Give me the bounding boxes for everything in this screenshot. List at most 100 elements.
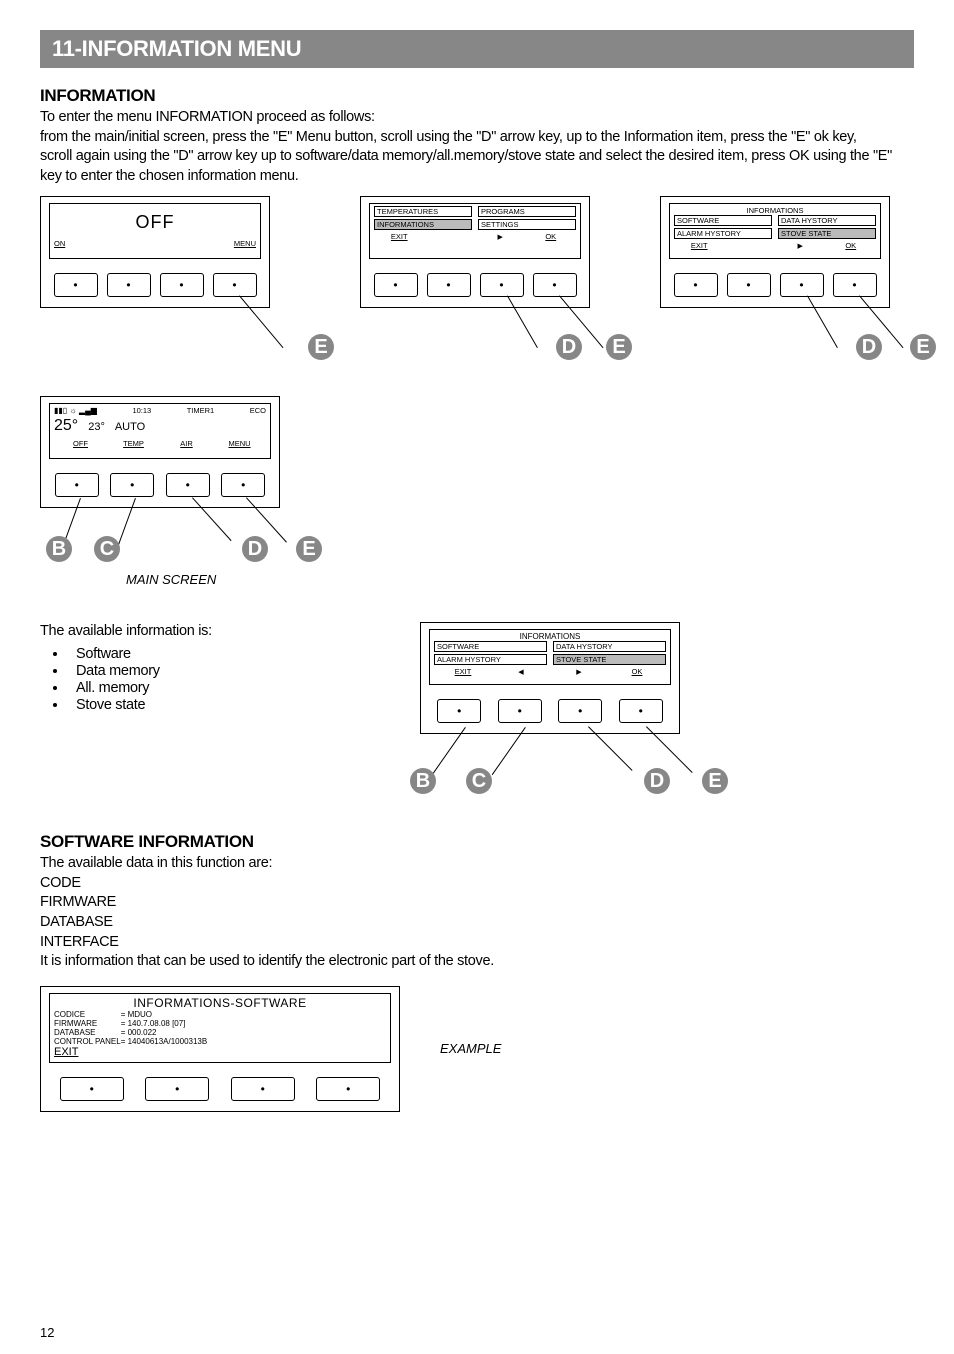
hw-button[interactable] <box>833 273 877 297</box>
hw-button[interactable] <box>374 273 418 297</box>
key-E: E <box>910 334 936 360</box>
off-label: OFF <box>54 206 256 237</box>
hw-button[interactable] <box>110 473 154 497</box>
lcd-sw: INFORMATIONS-SOFTWARE CODICE= MDUO FIRMW… <box>49 993 391 1063</box>
hw-button[interactable] <box>437 699 481 723</box>
available-lead: The available information is: <box>40 622 390 642</box>
lcd-info: INFORMATIONS SOFTWARE DATA HYSTORY ALARM… <box>669 203 881 259</box>
hw-button[interactable] <box>727 273 771 297</box>
menu-settings: SETTINGS <box>478 219 576 230</box>
hw-button[interactable] <box>166 473 210 497</box>
lbl-menu: MENU <box>206 239 257 248</box>
button-row <box>661 263 889 303</box>
lcd-menu: TEMPERATURES PROGRAMS INFORMATIONS SETTI… <box>369 203 581 259</box>
sw-row: FIRMWARE <box>40 894 116 910</box>
section-title: 11-INFORMATION MENU <box>40 30 914 68</box>
lbl-exit: EXIT <box>434 667 492 676</box>
hw-button[interactable] <box>107 273 151 297</box>
key-E: E <box>308 334 334 360</box>
hw-button[interactable] <box>316 1077 380 1101</box>
key-B: B <box>46 536 72 562</box>
hw-button[interactable] <box>533 273 577 297</box>
list-item: Data memory <box>68 663 390 679</box>
key-C: C <box>94 536 120 562</box>
hw-button[interactable] <box>60 1077 124 1101</box>
device-menu: TEMPERATURES PROGRAMS INFORMATIONS SETTI… <box>360 196 590 308</box>
key-C: C <box>466 768 492 794</box>
sw-exit: EXIT <box>54 1046 386 1058</box>
lbl-off: OFF <box>54 439 107 448</box>
device-main: ▮▮▯ ☼ ▂▄▆ 10:13 TIMER1 ECO 25° 23° AUTO … <box>40 396 280 508</box>
hw-button[interactable] <box>619 699 663 723</box>
hw-button[interactable] <box>213 273 257 297</box>
info2-alarm-hystory: ALARM HYSTORY <box>434 654 547 665</box>
lbl-exit: EXIT <box>374 232 425 241</box>
sw-tail: It is information that can be used to id… <box>40 953 494 969</box>
sw-k2: DATABASE <box>54 1028 121 1037</box>
sw-v3: = 14040613A/1000313B <box>121 1037 208 1046</box>
sw-row: DATABASE <box>40 914 113 930</box>
menu-programs: PROGRAMS <box>478 206 576 217</box>
hw-button[interactable] <box>780 273 824 297</box>
hw-button[interactable] <box>674 273 718 297</box>
key-E: E <box>606 334 632 360</box>
key-D: D <box>644 768 670 794</box>
temp-set: 23° <box>88 421 105 433</box>
info2-data-hystory: DATA HYSTORY <box>553 641 666 652</box>
lbl-exit: EXIT <box>674 241 725 250</box>
page-number: 12 <box>40 1325 54 1340</box>
timer-label: TIMER1 <box>187 406 215 415</box>
intro-l3: scroll again using the "D" arrow key up … <box>40 148 892 184</box>
sw-v0: = MDUO <box>121 1010 208 1019</box>
device-info: INFORMATIONS SOFTWARE DATA HYSTORY ALARM… <box>660 196 890 308</box>
info-header: INFORMATIONS <box>674 206 876 215</box>
information-heading: INFORMATION <box>40 86 914 106</box>
hw-button[interactable] <box>427 273 471 297</box>
info2-stove-state: STOVE STATE <box>553 654 666 665</box>
hw-button[interactable] <box>145 1077 209 1101</box>
lcd-off: OFF ON MENU <box>49 203 261 259</box>
sw-title: INFORMATIONS-SOFTWARE <box>54 996 386 1010</box>
key-E: E <box>296 536 322 562</box>
sw-lead: The available data in this function are: <box>40 855 272 871</box>
arrow-right-icon <box>475 232 526 241</box>
hw-button[interactable] <box>54 273 98 297</box>
temp-room: 25° <box>54 417 78 435</box>
hw-button[interactable] <box>231 1077 295 1101</box>
lbl-air: AIR <box>160 439 213 448</box>
sw-k3: CONTROL PANEL <box>54 1037 121 1046</box>
key-D: D <box>556 334 582 360</box>
button-row <box>41 1067 399 1107</box>
arrow-right-icon <box>550 667 608 676</box>
hw-button[interactable] <box>221 473 265 497</box>
button-row <box>361 263 589 303</box>
lbl-ok: OK <box>826 241 877 250</box>
sw-k1: FIRMWARE <box>54 1019 121 1028</box>
intro-l1: To enter the menu INFORMATION proceed as… <box>40 109 375 125</box>
menu-informations: INFORMATIONS <box>374 219 472 230</box>
device-off: OFF ON MENU <box>40 196 270 308</box>
arrow-left-icon <box>492 667 550 676</box>
sw-v2: = 000.022 <box>121 1028 208 1037</box>
intro-text: To enter the menu INFORMATION proceed as… <box>40 108 914 186</box>
list-item: Software <box>68 646 390 662</box>
button-row <box>41 263 269 303</box>
info2-software: SOFTWARE <box>434 641 547 652</box>
hw-button[interactable] <box>480 273 524 297</box>
key-B: B <box>410 768 436 794</box>
sw-row: INTERFACE <box>40 934 119 950</box>
list-item: Stove state <box>68 697 390 713</box>
lcd-main: ▮▮▯ ☼ ▂▄▆ 10:13 TIMER1 ECO 25° 23° AUTO … <box>49 403 271 459</box>
hw-button[interactable] <box>55 473 99 497</box>
status-icons: ▮▮▯ ☼ ▂▄▆ <box>54 406 97 415</box>
hw-button[interactable] <box>498 699 542 723</box>
sw-k0: CODICE <box>54 1010 121 1019</box>
info-stove-state: STOVE STATE <box>778 228 876 239</box>
info-alarm-hystory: ALARM HYSTORY <box>674 228 772 239</box>
sw-v1: = 140.7.08.08 [07] <box>121 1019 208 1028</box>
hw-button[interactable] <box>160 273 204 297</box>
example-caption: EXAMPLE <box>440 1041 501 1056</box>
device-sw: INFORMATIONS-SOFTWARE CODICE= MDUO FIRMW… <box>40 986 400 1112</box>
hw-button[interactable] <box>558 699 602 723</box>
arrow-right-icon <box>775 241 826 250</box>
